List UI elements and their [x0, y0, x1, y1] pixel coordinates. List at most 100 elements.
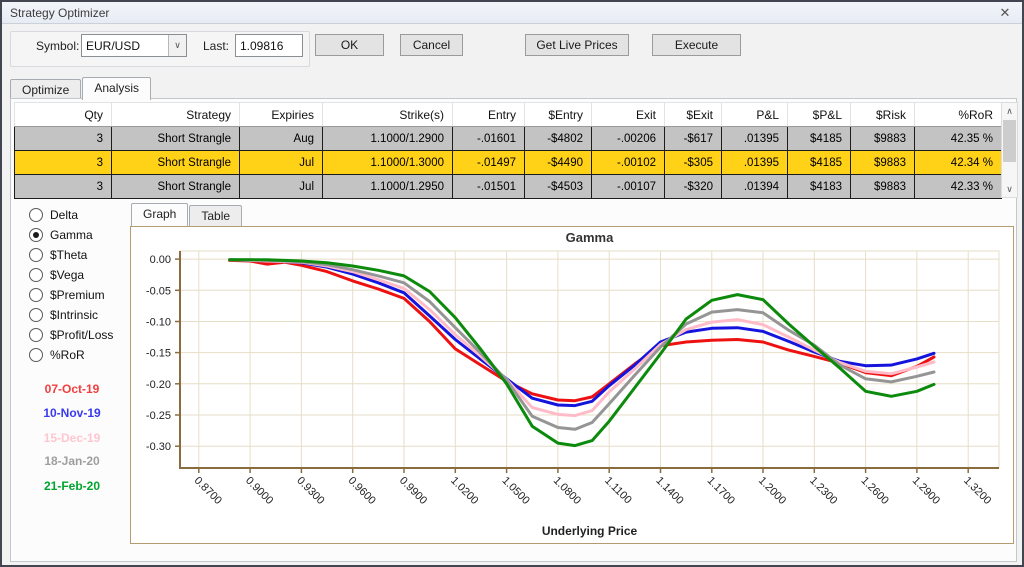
svg-text:-0.10: -0.10	[146, 317, 171, 329]
table-row[interactable]: 3 Short Strangle Jul 1.1000/1.2950 -.01501 -$…	[14, 174, 1002, 199]
svg-text:0.9000: 0.9000	[243, 475, 275, 507]
grid-header-row: Qty Strategy Expiries Strike(s) Entry $Entry E…	[14, 102, 1002, 127]
table-cell[interactable]: 1.1000/1.2950	[322, 174, 453, 199]
scroll-down-icon[interactable]: ∨	[1002, 181, 1017, 197]
table-cell[interactable]: 42.35 %	[914, 126, 1002, 151]
symbol-combobox[interactable]: EUR/USD ∨	[81, 34, 187, 57]
grid-scrollbar[interactable]: ∧ ∨	[1001, 102, 1018, 198]
gamma-chart-panel: 0.00 -0.05 -0.10 -0.15 -0.20 -0.25 -0.30 0.8700…	[130, 226, 1014, 544]
table-cell[interactable]: -.01501	[452, 174, 525, 199]
table-cell[interactable]: $4183	[787, 174, 851, 199]
column-header[interactable]: $Exit	[664, 102, 722, 127]
table-cell[interactable]: $9883	[850, 174, 915, 199]
svg-text:1.2900: 1.2900	[910, 475, 942, 507]
svg-text:1.0200: 1.0200	[448, 475, 480, 507]
get-live-prices-button[interactable]: Get Live Prices	[525, 34, 629, 56]
legend-date: 15-Dec-19	[43, 431, 101, 445]
date-legend: 07-Oct-19 10-Nov-19 15-Dec-19 18-Jan-20 21-F…	[11, 99, 133, 561]
tab-analysis[interactable]: Analysis	[82, 77, 152, 100]
svg-text:0.9900: 0.9900	[397, 475, 429, 507]
column-header[interactable]: Expiries	[239, 102, 323, 127]
table-row[interactable]: 3 Short Strangle Aug 1.1000/1.2900 -.01601 -$…	[14, 126, 1002, 151]
table-cell[interactable]: -.01497	[452, 150, 525, 175]
table-cell[interactable]: 42.33 %	[914, 174, 1002, 199]
legend-date: 18-Jan-20	[44, 454, 100, 468]
table-cell[interactable]: 42.34 %	[914, 150, 1002, 175]
column-header[interactable]: Exit	[591, 102, 665, 127]
column-header[interactable]: $Risk	[850, 102, 915, 127]
last-price-input[interactable]	[235, 34, 303, 57]
table-cell[interactable]: Jul	[239, 174, 323, 199]
table-cell[interactable]: Aug	[239, 126, 323, 151]
symbol-label: Symbol:	[36, 39, 80, 53]
table-cell[interactable]: 1.1000/1.3000	[322, 150, 453, 175]
legend-date: 21-Feb-20	[43, 479, 101, 493]
table-cell[interactable]: .01394	[721, 174, 788, 199]
cancel-button[interactable]: Cancel	[400, 34, 463, 56]
main-tabstrip: Optimize Analysis	[10, 77, 152, 100]
svg-text:1.3200: 1.3200	[961, 475, 993, 507]
table-row[interactable]: 3 Short Strangle Jul 1.1000/1.3000 -.01497 -$…	[14, 150, 1002, 175]
execute-button[interactable]: Execute	[652, 34, 741, 56]
svg-text:1.0800: 1.0800	[551, 475, 583, 507]
table-cell[interactable]: -$4490	[524, 150, 592, 175]
client-area: Symbol: EUR/USD ∨ Last: OK Cancel Get Li…	[2, 25, 1022, 565]
table-cell[interactable]: $9883	[850, 150, 915, 175]
column-header[interactable]: P&L	[721, 102, 788, 127]
scrollbar-thumb[interactable]	[1003, 120, 1016, 162]
svg-text:1.1700: 1.1700	[705, 475, 737, 507]
table-cell[interactable]: .01395	[721, 150, 788, 175]
svg-text:-0.30: -0.30	[146, 441, 171, 453]
ok-button[interactable]: OK	[315, 34, 384, 56]
strategy-grid: Qty Strategy Expiries Strike(s) Entry $Entry E…	[14, 102, 1002, 199]
svg-text:1.1100: 1.1100	[602, 475, 634, 507]
table-cell[interactable]: -.00107	[591, 174, 665, 199]
table-cell[interactable]: -.01601	[452, 126, 525, 151]
table-cell[interactable]: -.00206	[591, 126, 665, 151]
tab-table[interactable]: Table	[189, 205, 243, 226]
scroll-up-icon[interactable]: ∧	[1002, 103, 1017, 119]
column-header[interactable]: %RoR	[914, 102, 1002, 127]
table-cell[interactable]: 1.1000/1.2900	[322, 126, 453, 151]
table-cell[interactable]: -$320	[664, 174, 722, 199]
tab-optimize[interactable]: Optimize	[10, 79, 82, 100]
svg-text:Gamma: Gamma	[566, 230, 614, 245]
table-cell[interactable]: $4185	[787, 126, 851, 151]
chevron-down-icon[interactable]: ∨	[168, 35, 186, 56]
svg-text:1.0500: 1.0500	[499, 475, 531, 507]
column-header[interactable]: $P&L	[787, 102, 851, 127]
table-cell[interactable]: -$617	[664, 126, 722, 151]
last-label: Last:	[203, 39, 230, 53]
svg-text:-0.20: -0.20	[146, 379, 171, 391]
table-cell[interactable]: $9883	[850, 126, 915, 151]
column-header[interactable]: Entry	[452, 102, 525, 127]
column-header[interactable]: $Entry	[524, 102, 592, 127]
table-cell[interactable]: Jul	[239, 150, 323, 175]
close-icon[interactable]: ✕	[996, 4, 1014, 22]
table-cell[interactable]: -$4503	[524, 174, 592, 199]
table-cell[interactable]: .01395	[721, 126, 788, 151]
gamma-chart-svg: 0.00 -0.05 -0.10 -0.15 -0.20 -0.25 -0.30 0.8700…	[146, 230, 1000, 538]
table-cell[interactable]: -.00102	[591, 150, 665, 175]
titlebar[interactable]: Strategy Optimizer ✕	[2, 2, 1022, 24]
graph-tabstrip: Graph Table	[131, 203, 243, 226]
table-cell[interactable]: $4185	[787, 150, 851, 175]
legend-date: 07-Oct-19	[44, 382, 100, 396]
svg-text:1.2300: 1.2300	[807, 475, 839, 507]
svg-text:1.1400: 1.1400	[653, 475, 685, 507]
svg-text:0.9300: 0.9300	[294, 475, 326, 507]
svg-text:-0.05: -0.05	[146, 285, 171, 297]
svg-text:0.8700: 0.8700	[192, 475, 224, 507]
column-header[interactable]: Strike(s)	[322, 102, 453, 127]
strategy-optimizer-window: Strategy Optimizer ✕ Symbol: EUR/USD ∨ L…	[0, 0, 1024, 567]
legend-date: 10-Nov-19	[43, 406, 101, 420]
svg-text:0.00: 0.00	[150, 254, 171, 266]
svg-text:-0.15: -0.15	[146, 348, 171, 360]
window-title: Strategy Optimizer	[10, 5, 110, 20]
svg-text:1.2000: 1.2000	[756, 475, 788, 507]
table-cell[interactable]: -$4802	[524, 126, 592, 151]
table-cell[interactable]: -$305	[664, 150, 722, 175]
svg-text:1.2600: 1.2600	[858, 475, 890, 507]
svg-text:Underlying Price: Underlying Price	[542, 524, 638, 538]
tab-graph[interactable]: Graph	[131, 203, 189, 226]
